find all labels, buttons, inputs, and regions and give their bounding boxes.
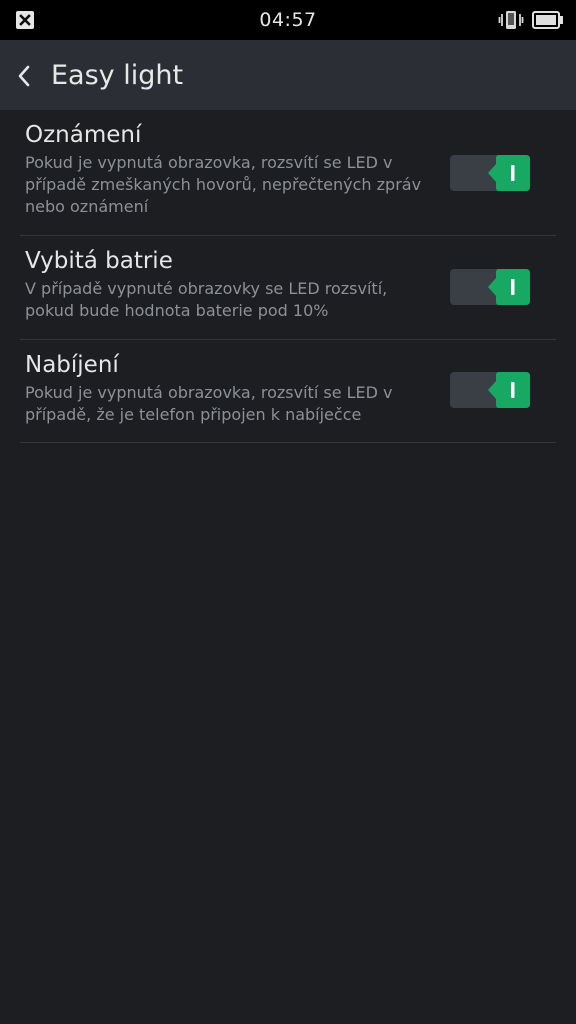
settings-screen: 04:57 Easy light Oznámení Pokud je vypnu…: [0, 0, 576, 1024]
status-bar: 04:57: [0, 0, 576, 40]
charging-toggle[interactable]: [450, 372, 530, 408]
setting-description: Pokud je vypnutá obrazovka, rozsvítí se …: [25, 153, 422, 216]
toggle-on-thumb-icon: [488, 372, 530, 408]
low-battery-toggle[interactable]: [450, 269, 530, 305]
notifications-toggle[interactable]: [450, 155, 530, 191]
battery-icon: [532, 11, 564, 29]
setting-row-low-battery[interactable]: Vybitá batrie V případě vypnuté obrazovk…: [20, 236, 556, 340]
status-clock: 04:57: [259, 9, 317, 31]
vibrate-icon: [498, 9, 524, 31]
toggle-on-thumb-icon: [488, 269, 530, 305]
setting-row-notifications[interactable]: Oznámení Pokud je vypnutá obrazovka, roz…: [20, 110, 556, 236]
setting-title: Oznámení: [25, 122, 142, 148]
back-button[interactable]: [6, 50, 46, 100]
setting-description: Pokud je vypnutá obrazovka, rozsvítí se …: [25, 383, 393, 424]
setting-description: V případě vypnuté obrazovky se LED rozsv…: [25, 279, 388, 320]
setting-title: Nabíjení: [25, 352, 119, 378]
setting-row-charging[interactable]: Nabíjení Pokud je vypnutá obrazovka, roz…: [20, 340, 556, 443]
toggle-on-thumb-icon: [488, 155, 530, 191]
setting-title: Vybitá batrie: [25, 248, 173, 274]
app-header: Easy light: [0, 40, 576, 110]
chevron-left-icon: [18, 65, 30, 87]
page-title: Easy light: [51, 60, 184, 91]
